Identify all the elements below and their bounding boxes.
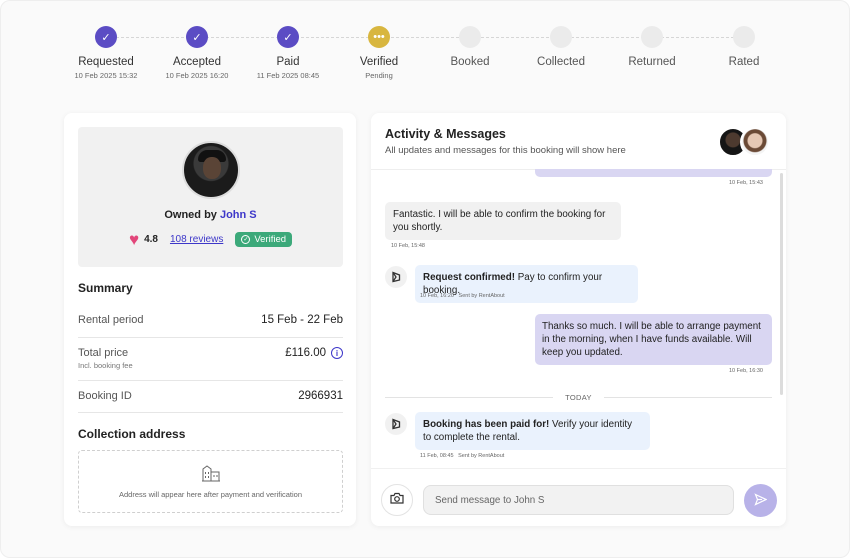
date-divider: TODAY [385,393,772,402]
booking-progress-stepper: ✓ Requested 10 Feb 2025 15:32 ✓ Accepted… [60,26,790,96]
address-placeholder-text: Address will appear here after payment a… [118,490,302,499]
rentabout-logo-icon [385,266,407,288]
check-icon: ✓ [95,26,117,48]
renter-avatar-small[interactable] [740,127,770,157]
step-label: Rated [728,56,760,68]
verified-label: Verified [254,234,287,245]
step-verified: ••• Verified Pending [333,26,425,80]
activity-title: Activity & Messages [385,127,506,141]
activity-subtitle: All updates and messages for this bookin… [385,145,626,156]
step-timestamp: 10 Feb 2025 16:20 [165,71,229,80]
total-price-value: £116.00 [285,347,326,359]
message-input[interactable] [423,485,734,515]
step-label: Accepted [173,56,221,68]
step-timestamp: 10 Feb 2025 15:32 [74,71,138,80]
booking-fee-note: Incl. booking fee [78,361,133,370]
summary-title: Summary [78,281,133,295]
step-label: Verified [359,56,399,68]
owned-by-label: Owned by [164,209,217,221]
owner-rating: 4.8 [144,234,158,245]
message-timestamp: 10 Feb, 15:43 [729,180,763,186]
step-label: Requested [78,56,134,68]
divider [78,337,343,338]
building-icon [201,464,221,487]
booking-page: ✓ Requested 10 Feb 2025 15:32 ✓ Accepted… [0,0,850,558]
rental-period-label: Rental period [78,314,144,326]
step-label: Paid [276,56,300,68]
activity-messages-card: Activity & Messages All updates and mess… [371,113,786,526]
step-requested: ✓ Requested 10 Feb 2025 15:32 [60,26,152,80]
info-icon[interactable]: i [331,347,343,359]
divider [78,380,343,381]
message-timestamp: 10 Feb, 16:30 [729,368,763,374]
check-icon: ✓ [186,26,208,48]
step-status: Pending [365,71,393,80]
message-scrollbar[interactable] [780,173,783,395]
message-bubble-self: Thanks so much. I will be able to arrang… [535,314,772,365]
message-timestamp: 10 Feb, 15:48 [391,243,425,249]
step-paid: ✓ Paid 11 Feb 2025 08:45 [242,26,334,80]
send-icon [754,492,768,509]
collection-address-placeholder-box: Address will appear here after payment a… [78,450,343,513]
system-message-heading: Booking has been paid for! [423,419,550,430]
owner-stats: ♥ 4.8 108 reviews ✓ Verified [78,231,343,248]
step-label: Returned [628,56,676,68]
step-collected: Collected [515,26,607,68]
rental-period-value: 15 Feb - 22 Feb [261,314,343,326]
send-button[interactable] [744,484,777,517]
message-bubble-peer: Fantastic. I will be able to confirm the… [385,202,621,240]
booking-id-value: 2966931 [298,390,343,402]
check-icon: ✓ [277,26,299,48]
step-dot [733,26,755,48]
total-price-label: Total price [78,347,129,359]
message-timestamp: 11 Feb, 08:45 Sent by RentAbout [420,453,505,459]
divider [78,412,343,413]
system-message-heading: Request confirmed! [423,272,515,283]
ellipsis-icon: ••• [368,26,390,48]
step-rated: Rated [698,26,790,68]
step-label: Collected [537,56,585,68]
divider [371,468,786,469]
step-dot [550,26,572,48]
step-label: Booked [450,56,490,68]
avatar-face [202,157,221,179]
message-bubble-system: Booking has been paid for! Verify your i… [415,412,650,450]
rentabout-logo-icon [385,413,407,435]
verified-badge: ✓ Verified [235,232,293,247]
message-bubble-partial [535,169,772,177]
step-timestamp: 11 Feb 2025 08:45 [256,71,320,80]
message-timestamp: 10 Feb, 16:20 Sent by RentAbout [420,293,505,299]
check-circle-icon: ✓ [241,235,251,244]
owner-panel: Owned by John S ♥ 4.8 108 reviews ✓ Veri… [78,127,343,267]
heart-icon: ♥ [128,230,140,249]
participant-avatars [718,127,772,157]
step-returned: Returned [606,26,698,68]
step-booked: Booked [424,26,516,68]
step-dot [641,26,663,48]
booking-id-label: Booking ID [78,390,132,402]
date-divider-label: TODAY [565,393,592,402]
owner-name-line: Owned by John S [78,209,343,221]
owner-avatar[interactable] [181,141,240,199]
total-price-row: Total price Incl. booking fee £116.00 i [78,347,343,370]
step-accepted: ✓ Accepted 10 Feb 2025 16:20 [151,26,243,80]
booking-id-row: Booking ID 2966931 [78,390,343,402]
collection-address-title: Collection address [78,427,186,441]
rental-period-row: Rental period 15 Feb - 22 Feb [78,314,343,326]
camera-icon [390,491,404,509]
step-dot [459,26,481,48]
booking-details-card: Owned by John S ♥ 4.8 108 reviews ✓ Veri… [64,113,356,526]
owner-name-link[interactable]: John S [220,209,257,221]
attach-photo-button[interactable] [381,484,413,516]
reviews-link[interactable]: 108 reviews [170,234,223,245]
